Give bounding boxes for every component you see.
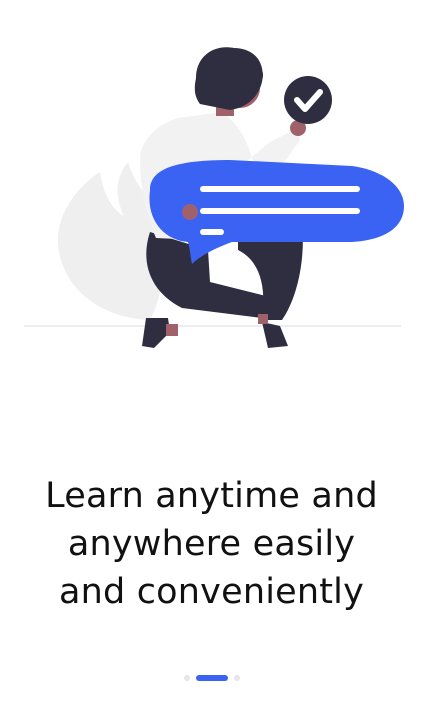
person-hand-holding <box>182 204 198 220</box>
onboarding-illustration <box>24 47 404 348</box>
title-line-1: Learn anytime and <box>45 476 378 516</box>
ankle-right <box>258 314 268 324</box>
page-dot-1[interactable] <box>183 675 190 681</box>
page-indicator <box>0 674 423 682</box>
title-line-2: anywhere easily <box>67 524 356 564</box>
shoe-left <box>142 318 170 348</box>
check-circle-icon <box>284 76 332 124</box>
onboarding-title: Learn anytime and anywhere easily and co… <box>0 472 423 616</box>
page-dot-3[interactable] <box>233 675 240 681</box>
page-dot-2-active[interactable] <box>195 675 228 681</box>
title-line-3: and conveniently <box>58 572 365 612</box>
ankle-left <box>166 324 178 336</box>
